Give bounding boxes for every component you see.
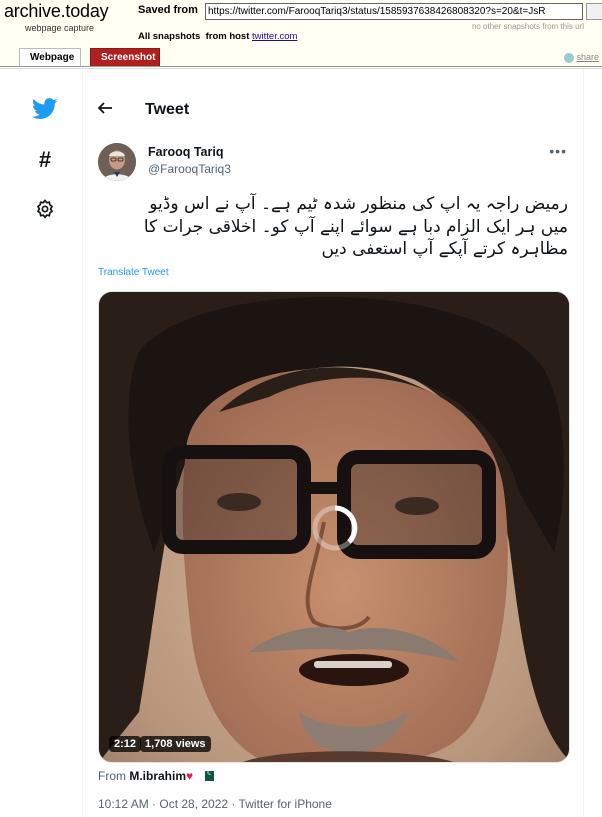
host-link[interactable]: twitter.com [252, 31, 297, 42]
all-snapshots-line: All snapshots from host twitter.com [138, 31, 297, 42]
translate-tweet-link[interactable]: Translate Tweet [98, 267, 169, 278]
saved-url-field[interactable]: https://twitter.com/FarooqTariq3/status/… [205, 3, 583, 20]
hashtag-icon[interactable]: # [30, 145, 60, 175]
saved-from-label: Saved from [138, 4, 198, 16]
tab-screenshot[interactable]: Screenshot [90, 48, 160, 67]
tweet-text-line: رمیض راجہ یہ اپ کی منظور شدہ ٹیم ہے۔ آپ … [149, 194, 568, 214]
archive-logo-subtitle: webpage capture [25, 23, 95, 33]
video-player[interactable]: 2:12 1,708 views [98, 291, 570, 763]
pakistan-flag-icon [202, 767, 215, 781]
video-duration-badge: 2:12 [109, 736, 142, 752]
arrow-left-icon[interactable] [97, 101, 112, 119]
share-icon [564, 52, 575, 63]
gear-icon[interactable] [30, 194, 60, 224]
page-title: Tweet [145, 101, 190, 118]
archive-divider [0, 66, 602, 67]
archive-logo[interactable]: archive.today [4, 1, 109, 22]
more-dots-icon[interactable]: ••• [549, 143, 567, 159]
tweet-text-line: مظاہرہ کرتے آپکے آپ استعفی دیں [321, 239, 568, 259]
all-snapshots-link[interactable]: All snapshots [138, 31, 200, 42]
tweet-timestamp[interactable]: 10:12 AM · Oct 28, 2022 · Twitter for iP… [98, 797, 332, 811]
tweet-text-line: میں ہر ایک الزام دبا ہے سوائے اپنے آپ کو… [143, 216, 568, 237]
author-handle[interactable]: @FarooqTariq3 [148, 162, 231, 176]
author-name[interactable]: Farooq Tariq [148, 145, 223, 159]
twitter-bird-icon[interactable] [30, 94, 60, 124]
from-label: From [98, 769, 126, 783]
from-user-link[interactable]: M.ibrahim [129, 769, 186, 783]
archive-header: archive.today webpage capture Saved from… [0, 0, 602, 67]
share-link[interactable]: share [564, 52, 599, 63]
tweet-column: Tweet Farooq Tariq @FarooqTariq3 ••• رمی… [82, 69, 584, 817]
video-attribution: From M.ibrahim♥ [98, 767, 215, 783]
video-views-badge: 1,708 views [140, 736, 211, 752]
loading-spinner-icon [312, 505, 358, 551]
share-label: share [576, 52, 599, 62]
url-go-button[interactable] [586, 3, 602, 20]
tweet-text: رمیض راجہ یہ اپ کی منظور شدہ ٹیم ہے۔ آپ … [98, 193, 568, 261]
no-other-snapshots-note: no other snapshots from this url [471, 22, 584, 31]
tab-webpage[interactable]: Webpage [19, 48, 81, 67]
left-navigation: # [0, 69, 90, 817]
avatar[interactable] [98, 143, 136, 181]
heart-icon: ♥ [186, 769, 194, 783]
twitter-page: # Tweet Farooq Tariq @FarooqTariq3 ••• ر… [0, 68, 602, 817]
from-host-label: from host [205, 31, 250, 42]
